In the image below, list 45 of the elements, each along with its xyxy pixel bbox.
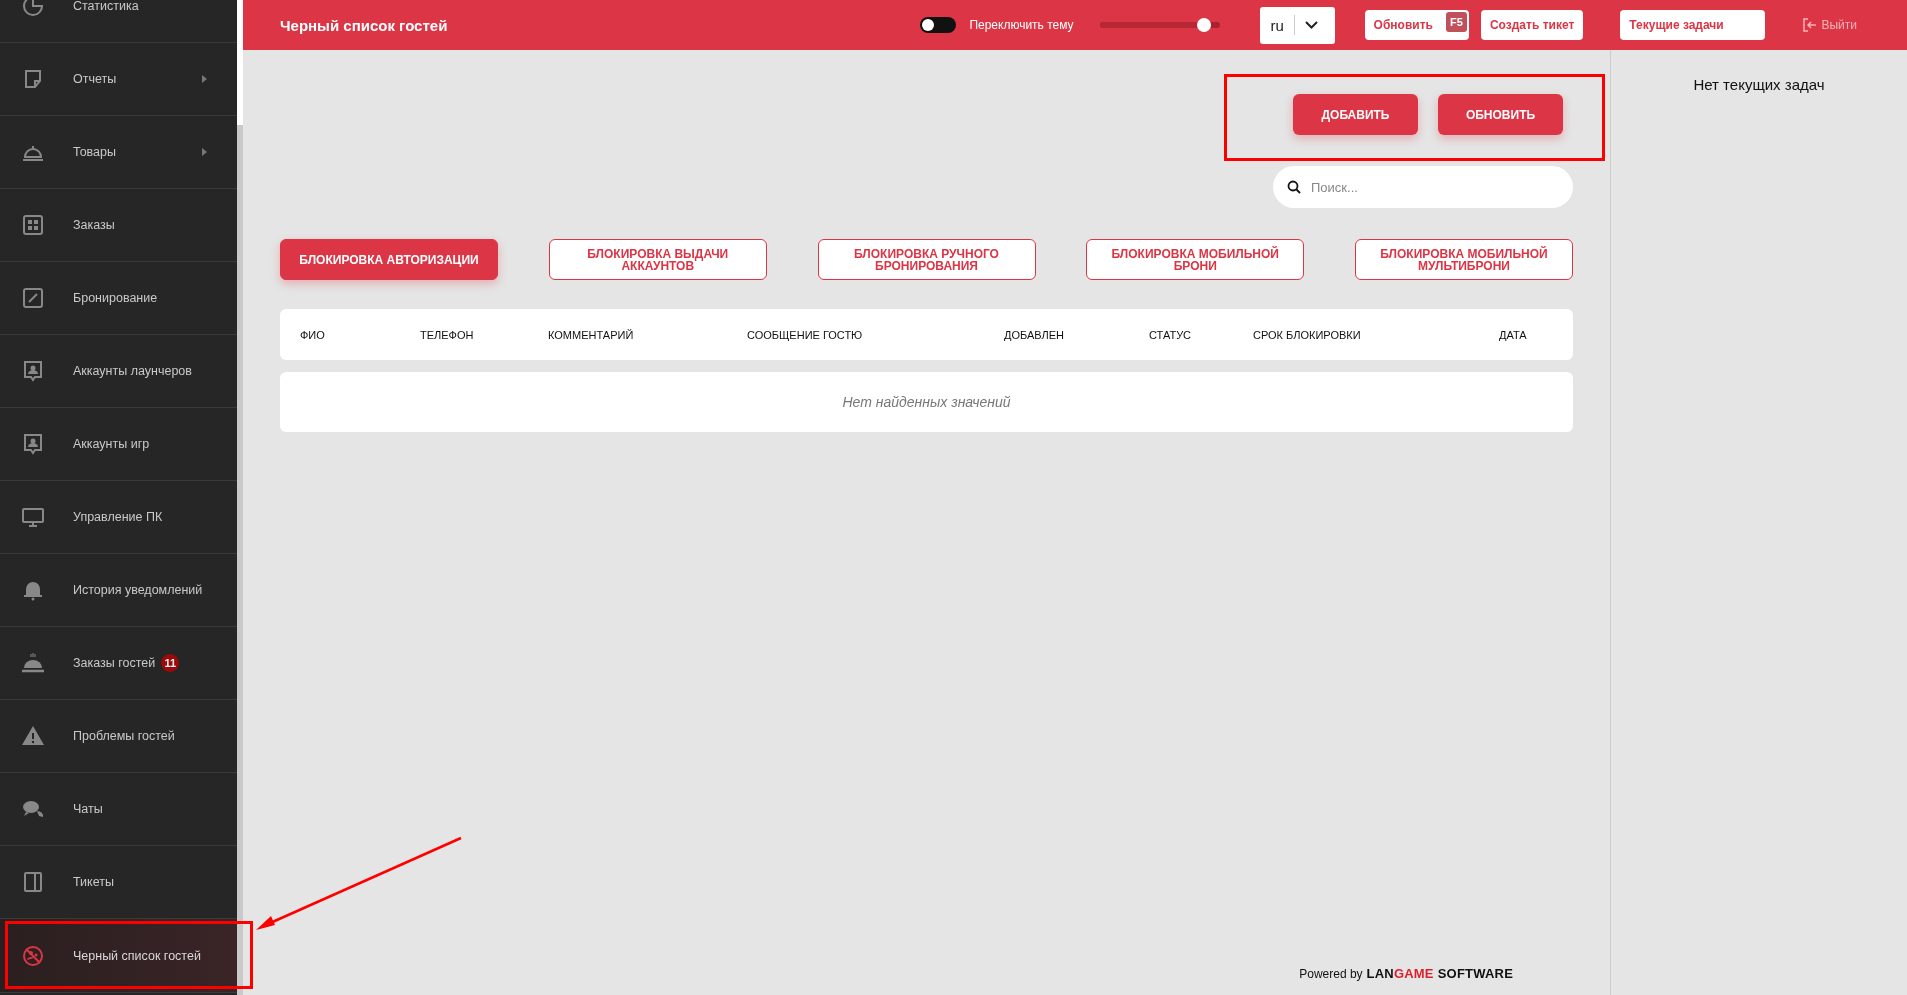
menu-item-icon [21,359,45,383]
shortcut-badge: F5 [1446,12,1467,32]
search-icon [1287,180,1301,194]
menu-item-icon [21,0,45,18]
menu-item-icon [21,943,45,968]
filter-tab[interactable]: БЛОКИРОВКА АВТОРИЗАЦИИ [280,239,498,280]
menu-item-icon [21,432,45,456]
menu-item-icon [21,724,45,748]
theme-toggle[interactable] [920,17,957,33]
empty-tasks-message: Нет текущих задач [1693,76,1825,94]
caret-icon [202,148,207,156]
count-badge: 11 [161,654,180,672]
filter-tab[interactable]: БЛОКИРОВКА МОБИЛЬНОЙ МУЛЬТИБРОНИ [1355,239,1573,280]
filter-tab[interactable]: БЛОКИРОВКА ВЫДАЧИ АККАУНТОВ [548,239,767,280]
page-title: Черный список гостей [280,16,448,34]
chevron-down-icon [1304,21,1318,29]
toggle-label: Переключить тему [969,18,1074,32]
filter-tab[interactable]: БЛОКИРОВКА МОБИЛЬНОЙ БРОНИ [1086,239,1305,280]
powered-by-text: Powered by [1299,967,1363,981]
brand-logo: LANGAME SOFTWARE [1366,966,1513,981]
menu-item-icon [21,213,45,237]
header-button[interactable]: Обновить F5 [1364,10,1469,40]
menu-item-icon [21,286,45,310]
column-header: КОММЕНТАРИЙ [548,328,635,341]
menu-item-icon [21,651,45,675]
logout-icon [1803,18,1818,32]
action-button[interactable]: ОБНОВИТЬ [1438,94,1563,135]
search-field[interactable]: Поиск... [1273,166,1573,208]
column-header: СРОК БЛОКИРОВКИ [1253,328,1362,341]
language-select[interactable]: ru [1259,6,1335,44]
empty-message: Нет найденных значений [842,394,1011,410]
column-header: ФИО [300,328,326,341]
column-header: ДАТА [1499,328,1528,341]
sidebar-item[interactable]: Черный список гостей [0,919,237,993]
column-header: ТЕЛЕФОН [420,328,475,341]
header-button[interactable]: Создать тикет [1480,10,1584,40]
header-button[interactable]: Текущие задачи [1620,10,1766,40]
column-header: СООБЩЕНИЕ ГОСТЮ [747,328,864,341]
menu-item-icon [21,505,45,529]
column-header: ДОБАВЛЕН [1004,328,1066,341]
filter-tab[interactable]: БЛОКИРОВКА РУЧНОГО БРОНИРОВАНИЯ [817,239,1036,280]
action-button[interactable]: ДОБАВИТЬ [1293,94,1418,135]
column-header: СТАТУС [1149,328,1193,341]
menu-item-icon [21,870,45,894]
caret-icon [202,75,207,83]
